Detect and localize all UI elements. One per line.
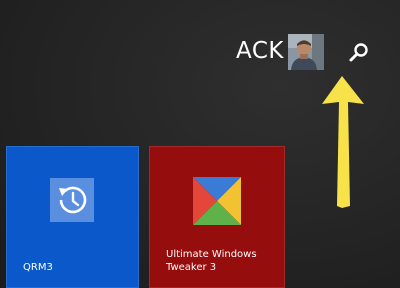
tile-label: Ultimate Windows Tweaker 3 bbox=[166, 249, 257, 273]
avatar[interactable] bbox=[288, 34, 324, 70]
user-name[interactable]: ACK bbox=[236, 37, 284, 65]
arrow-up-icon bbox=[322, 76, 364, 208]
avatar-photo bbox=[288, 34, 324, 70]
restore-clock-icon bbox=[50, 178, 94, 222]
tile-ultimate-windows-tweaker[interactable]: Ultimate Windows Tweaker 3 bbox=[149, 146, 285, 288]
tile-label: QRM3 bbox=[23, 262, 53, 273]
tile-qrm3[interactable]: QRM3 bbox=[6, 146, 139, 288]
search-icon bbox=[349, 43, 368, 62]
search-button[interactable] bbox=[346, 40, 372, 66]
four-color-pinwheel-icon bbox=[193, 177, 241, 225]
